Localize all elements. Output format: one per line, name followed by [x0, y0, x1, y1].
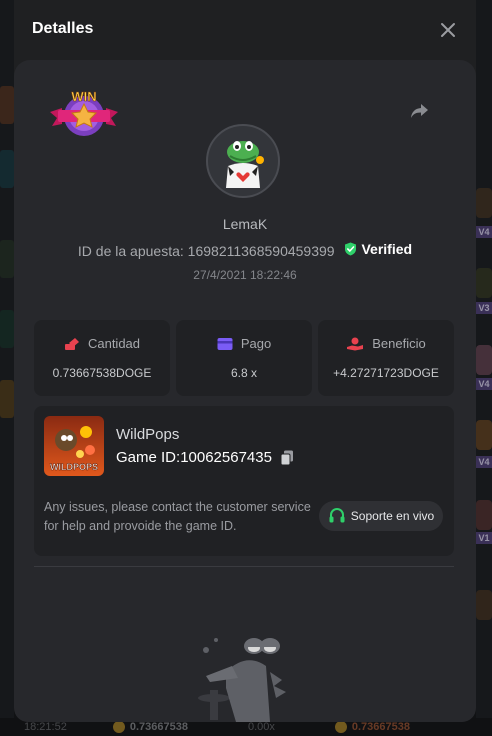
- share-icon[interactable]: [408, 100, 430, 122]
- stat-value: 0.73667538DOGE: [52, 366, 152, 380]
- bet-timestamp: 27/4/2021 18:22:46: [193, 268, 297, 282]
- verified-badge: Verified: [344, 241, 412, 257]
- stat-payout: Pago 6.8 x: [176, 320, 312, 396]
- win-badge-icon: WIN: [50, 89, 118, 136]
- headset-icon: [329, 508, 345, 523]
- stat-label: Cantidad: [87, 336, 141, 351]
- game-id-label: Game ID:: [116, 449, 181, 466]
- stat-label: Beneficio: [372, 336, 426, 351]
- live-support-button[interactable]: Soporte en vivo: [319, 501, 443, 531]
- stat-value: +4.27271723DOGE: [333, 366, 439, 380]
- coins-icon: [64, 337, 79, 350]
- game-thumbnail[interactable]: WILDPOPS: [44, 416, 104, 476]
- win-badge-text: WIN: [71, 89, 96, 104]
- live-support-label: Soporte en vivo: [350, 509, 435, 523]
- game-info-box: WILDPOPS WildPops Game ID: 10062567435 A…: [34, 406, 454, 556]
- crocodile-mascot-icon: [198, 638, 286, 722]
- shield-check-icon: [345, 242, 357, 256]
- bet-id-value[interactable]: 1698211368590459399: [188, 243, 335, 259]
- hand-coin-icon: [347, 337, 364, 350]
- game-id-value[interactable]: 10062567435: [180, 449, 272, 466]
- support-help-text: Any issues, please contact the customer …: [44, 500, 311, 533]
- bet-id-label: ID de la apuesta:: [77, 243, 184, 259]
- wallet-icon: [217, 337, 233, 350]
- copy-icon[interactable]: [280, 450, 294, 466]
- close-icon[interactable]: [438, 20, 458, 40]
- stat-label: Pago: [240, 336, 272, 351]
- bet-details-modal: Detalles WIN LemaK ID de la apuesta: 169…: [14, 0, 476, 722]
- avatar: [206, 124, 280, 198]
- game-id-row: Game ID: 10062567435: [116, 449, 294, 466]
- bet-id-row: ID de la apuesta: 1698211368590459399 Ve…: [14, 241, 476, 259]
- modal-title: Detalles: [32, 20, 94, 37]
- divider: [34, 566, 454, 567]
- game-name[interactable]: WildPops: [116, 426, 179, 443]
- stat-profit: Beneficio +4.27271723DOGE: [318, 320, 454, 396]
- bet-details-card: WIN LemaK ID de la apuesta: 169821136859…: [14, 60, 476, 722]
- username: LemaK: [222, 216, 268, 232]
- stat-value: 6.8 x: [230, 366, 257, 380]
- game-thumbnail-text: WILDPOPS: [50, 462, 98, 472]
- verified-label: Verified: [361, 241, 413, 257]
- stat-amount: Cantidad 0.73667538DOGE: [34, 320, 170, 396]
